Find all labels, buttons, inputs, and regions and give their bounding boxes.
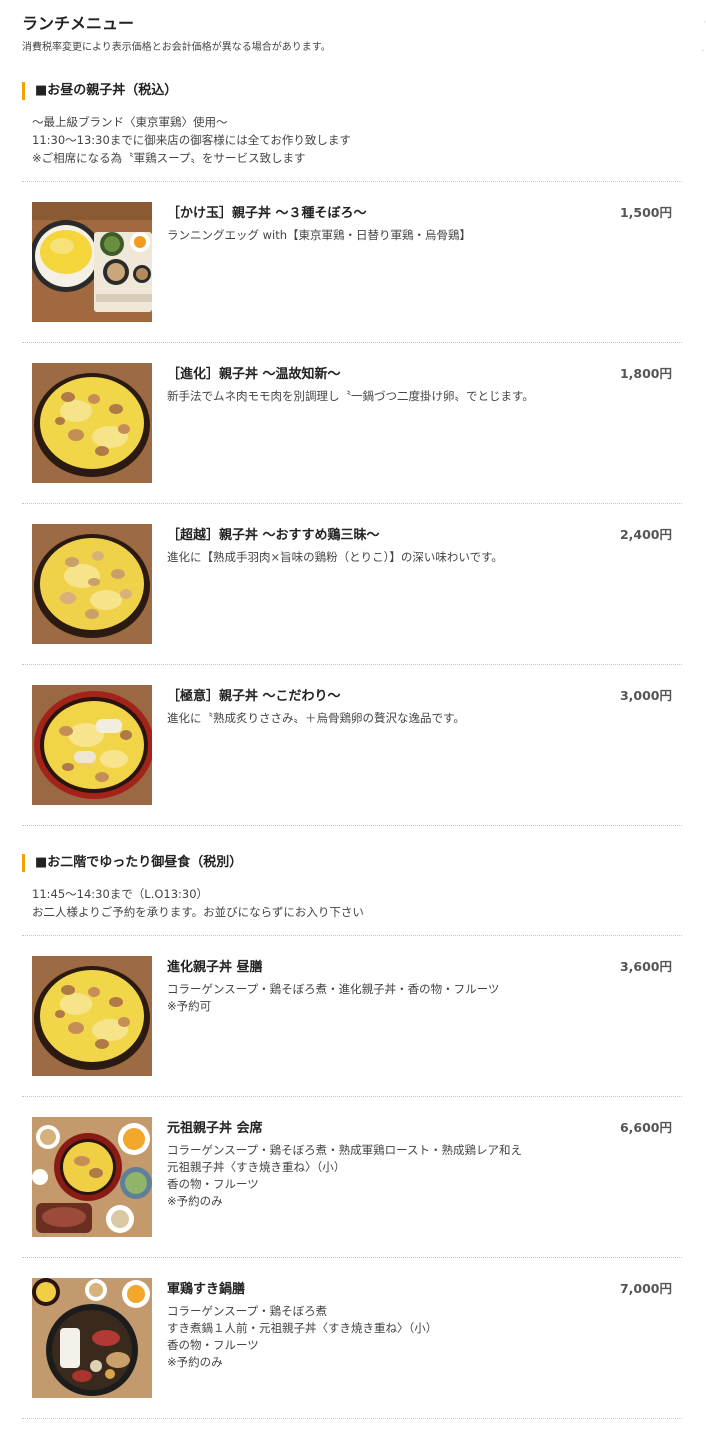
description-line: コラーゲンスープ・鶏そぼろ煮・熟成軍鶏ロースト・熟成鶏レア和え: [167, 1143, 523, 1157]
description-line: 香の物・フルーツ: [167, 1177, 259, 1191]
item-price: 6,600円: [619, 1120, 672, 1135]
item-description: 進化に【熟成手羽肉×旨味の鶏粉（とりこ）】の深い味わいです。: [167, 549, 587, 566]
intro-line: 11:45〜14:30まで（L.O13:30）: [32, 887, 209, 901]
divider: [22, 825, 682, 826]
item-price: 7,000円: [619, 1281, 672, 1296]
intro-line: 〜最上級ブランド〈東京軍鶏〉使用〜: [32, 115, 228, 129]
item-title: ［超越］親子丼 〜おすすめ鶏三昧〜: [167, 528, 380, 543]
menu-item[interactable]: ［超越］親子丼 〜おすすめ鶏三昧〜 2,400円 進化に【熟成手羽肉×旨味の鶏粉…: [22, 503, 682, 664]
description-line: コラーゲンスープ・鶏そぼろ煮・進化親子丼・香の物・フルーツ: [167, 982, 500, 996]
item-description: コラーゲンスープ・鶏そぼろ煮・熟成軍鶏ロースト・熟成鶏レア和え 元祖親子丼〈すき…: [167, 1142, 587, 1210]
description-line: コラーゲンスープ・鶏そぼろ煮: [167, 1304, 328, 1318]
description-line: ※予約のみ: [167, 1194, 223, 1208]
item-title: 軍鶏すき鍋膳: [167, 1282, 246, 1297]
description-line: 元祖親子丼〈すき焼き重ね〉（小）: [167, 1160, 346, 1174]
intro-line: 11:30〜13:30までに御来店の御客様には全てお作り致します: [32, 133, 351, 147]
edge-mark: ·: [703, 18, 706, 28]
sukiyaki-set-photo: [32, 1278, 152, 1398]
oyakodon-photo: [32, 363, 152, 483]
description-line: 進化に〝熟成炙りささみ〟＋烏骨鶏卵の贅沢な逸品です。: [167, 711, 465, 725]
item-price: 1,800円: [619, 366, 672, 381]
description-line: ランニングエッグ with【東京軍鶏・日替り軍鶏・烏骨鶏】: [167, 228, 472, 242]
item-description: 進化に〝熟成炙りささみ〟＋烏骨鶏卵の贅沢な逸品です。: [167, 710, 587, 727]
page-title: ランチメニュー: [22, 14, 135, 33]
item-title: ［進化］親子丼 〜温故知新〜: [167, 367, 341, 382]
kaiseki-set-photo: [32, 1117, 152, 1237]
edge-mark: -: [701, 46, 705, 56]
description-line: ※予約のみ: [167, 1355, 223, 1369]
menu-item[interactable]: 軍鶏すき鍋膳 7,000円 コラーゲンスープ・鶏そぼろ煮 すき煮鍋１人前・元祖親…: [22, 1257, 682, 1418]
menu-item[interactable]: 元祖親子丼 会席 6,600円 コラーゲンスープ・鶏そぼろ煮・熟成軍鶏ロースト・…: [22, 1096, 682, 1257]
item-price: 3,600円: [619, 959, 672, 974]
set-meal-photo: [32, 202, 152, 322]
divider: [22, 1418, 682, 1419]
item-description: コラーゲンスープ・鶏そぼろ煮・進化親子丼・香の物・フルーツ ※予約可: [167, 981, 587, 1015]
description-line: 香の物・フルーツ: [167, 1338, 259, 1352]
item-title: 進化親子丼 昼膳: [167, 960, 263, 975]
description-line: 進化に【熟成手羽肉×旨味の鶏粉（とりこ）】の深い味わいです。: [167, 550, 503, 564]
item-description: コラーゲンスープ・鶏そぼろ煮 すき煮鍋１人前・元祖親子丼〈すき焼き重ね〉（小） …: [167, 1303, 587, 1371]
intro-line: お二人様よりご予約を承ります。お並びにならずにお入り下さい: [32, 905, 364, 919]
description-line: ※予約可: [167, 999, 212, 1013]
description-line: すき煮鍋１人前・元祖親子丼〈すき焼き重ね〉（小）: [167, 1321, 438, 1335]
item-description: ランニングエッグ with【東京軍鶏・日替り軍鶏・烏骨鶏】: [167, 227, 587, 244]
menu-item[interactable]: 進化親子丼 昼膳 3,600円 コラーゲンスープ・鶏そぼろ煮・進化親子丼・香の物…: [22, 935, 682, 1096]
oyakodon-photo: [32, 685, 152, 805]
item-title: ［かけ玉］親子丼 〜３種そぼろ〜: [167, 206, 367, 221]
item-description: 新手法でムネ肉モモ肉を別調理し〝一鍋づつ二度掛け卵〟でとじます。: [167, 388, 587, 405]
menu-item[interactable]: ［極意］親子丼 〜こだわり〜 3,000円 進化に〝熟成炙りささみ〟＋烏骨鶏卵の…: [22, 664, 682, 825]
item-price: 1,500円: [619, 205, 672, 220]
menu-item[interactable]: ［かけ玉］親子丼 〜３種そぼろ〜 1,500円 ランニングエッグ with【東京…: [22, 181, 682, 342]
description-line: 新手法でムネ肉モモ肉を別調理し〝一鍋づつ二度掛け卵〟でとじます。: [167, 389, 534, 403]
menu-item[interactable]: ［進化］親子丼 〜温故知新〜 1,800円 新手法でムネ肉モモ肉を別調理し〝一鍋…: [22, 342, 682, 503]
tax-note: 消費税率変更により表示価格とお会計価格が異なる場合があります。: [22, 42, 331, 53]
oyakodon-photo: [32, 956, 152, 1076]
item-price: 3,000円: [619, 688, 672, 703]
section-heading-second-floor-lunch: ■お二階でゆったり御昼食（税別）: [22, 854, 242, 872]
item-title: ［極意］親子丼 〜こだわり〜: [167, 689, 341, 704]
section-intro: 11:45〜14:30まで（L.O13:30） お二人様よりご予約を承ります。お…: [32, 885, 364, 921]
section-intro: 〜最上級ブランド〈東京軍鶏〉使用〜 11:30〜13:30までに御来店の御客様に…: [32, 113, 351, 167]
item-price: 2,400円: [619, 527, 672, 542]
item-title: 元祖親子丼 会席: [167, 1121, 263, 1136]
oyakodon-photo: [32, 524, 152, 644]
intro-line: ※ご相席になる為〝軍鶏スープ〟をサービス致します: [32, 151, 306, 165]
section-heading-lunch-oyakodon: ■お昼の親子丼（税込）: [22, 82, 177, 100]
